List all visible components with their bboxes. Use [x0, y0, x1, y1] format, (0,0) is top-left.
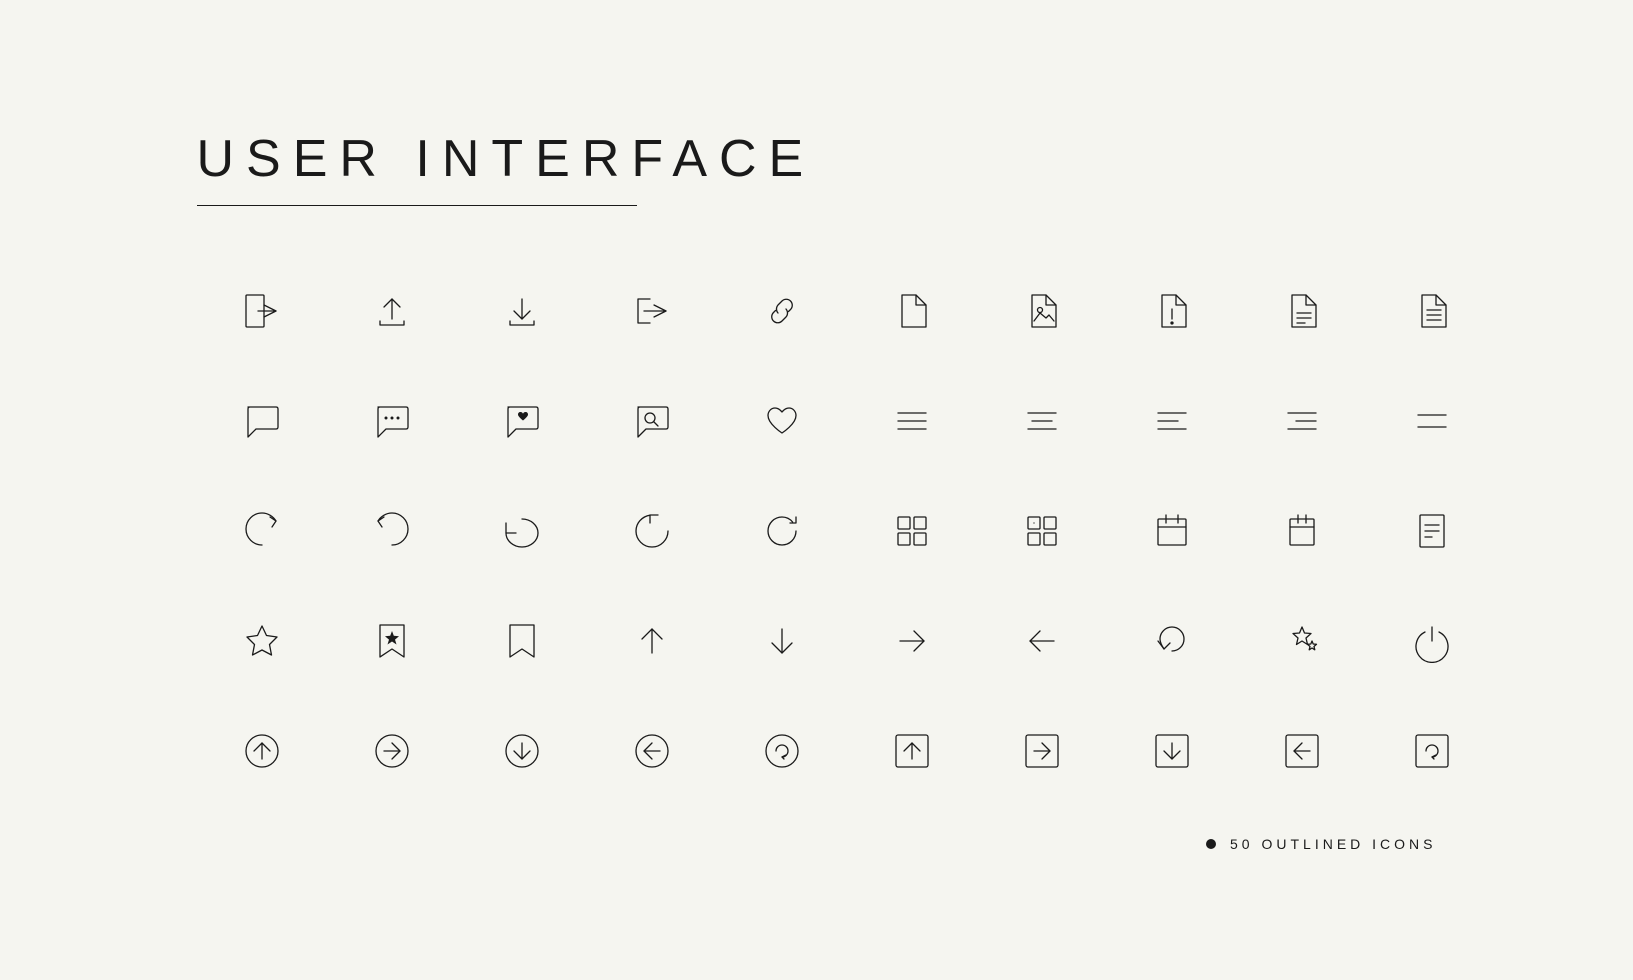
title-underline [197, 205, 637, 206]
title-section: USER INTERFACE [197, 129, 1437, 206]
bookmark-star-icon[interactable] [327, 586, 457, 696]
chat-icon[interactable] [197, 366, 327, 476]
footer: 50 OUTLINED ICONS [197, 836, 1437, 852]
arrow-right-icon[interactable] [847, 586, 977, 696]
arrow-up-icon[interactable] [587, 586, 717, 696]
file-alert-icon[interactable] [1107, 256, 1237, 366]
icon-row-2 [197, 366, 1497, 476]
icons-grid [197, 256, 1437, 806]
reload-icon[interactable] [717, 476, 847, 586]
chat-dots-icon[interactable] [327, 366, 457, 476]
upload-icon[interactable] [327, 256, 457, 366]
refresh-cw-icon[interactable] [327, 476, 457, 586]
page-container: USER INTERFACE [117, 69, 1517, 912]
download-icon[interactable] [457, 256, 587, 366]
icon-row-5 [197, 696, 1497, 806]
grid-feature-icon[interactable] [977, 476, 1107, 586]
file-blank-icon[interactable] [847, 256, 977, 366]
arrow-left-icon[interactable] [977, 586, 1107, 696]
footer-dot [1206, 839, 1216, 849]
square-redo-icon[interactable] [1367, 696, 1497, 806]
icon-row-4 [197, 586, 1497, 696]
footer-label: 50 OUTLINED ICONS [1230, 836, 1436, 852]
menu-icon[interactable] [847, 366, 977, 476]
bookmark-icon[interactable] [457, 586, 587, 696]
chat-search-icon[interactable] [587, 366, 717, 476]
undo-icon[interactable] [1107, 586, 1237, 696]
circle-up-icon[interactable] [197, 696, 327, 806]
square-down-icon[interactable] [1107, 696, 1237, 806]
logout-icon[interactable] [197, 256, 327, 366]
chat-heart-icon[interactable] [457, 366, 587, 476]
calendar-icon[interactable] [1107, 476, 1237, 586]
menu-center-icon[interactable] [977, 366, 1107, 476]
calendar-small-icon[interactable] [1237, 476, 1367, 586]
square-up-icon[interactable] [847, 696, 977, 806]
reload-partial-icon[interactable] [457, 476, 587, 586]
star-icon[interactable] [197, 586, 327, 696]
stars-icon[interactable] [1237, 586, 1367, 696]
reload-dot-icon[interactable] [587, 476, 717, 586]
circle-down-icon[interactable] [457, 696, 587, 806]
icon-row-3 [197, 476, 1497, 586]
grid-2x2-icon[interactable] [847, 476, 977, 586]
circle-left-icon[interactable] [587, 696, 717, 806]
power-icon[interactable] [1367, 586, 1497, 696]
circle-redo-icon[interactable] [717, 696, 847, 806]
file-text-icon[interactable] [1367, 256, 1497, 366]
menu-right-icon[interactable] [1237, 366, 1367, 476]
menu-short-icon[interactable] [1107, 366, 1237, 476]
refresh-ccw-icon[interactable] [197, 476, 327, 586]
circle-right-icon[interactable] [327, 696, 457, 806]
square-right-icon[interactable] [977, 696, 1107, 806]
notes-icon[interactable] [1367, 476, 1497, 586]
file-image-icon[interactable] [977, 256, 1107, 366]
menu-minimal-icon[interactable] [1367, 366, 1497, 476]
page-title: USER INTERFACE [197, 129, 1437, 189]
file-list-icon[interactable] [1237, 256, 1367, 366]
login-icon[interactable] [587, 256, 717, 366]
link-icon[interactable] [717, 256, 847, 366]
square-left-icon[interactable] [1237, 696, 1367, 806]
icon-row-1 [197, 256, 1497, 366]
heart-icon[interactable] [717, 366, 847, 476]
arrow-down-icon[interactable] [717, 586, 847, 696]
